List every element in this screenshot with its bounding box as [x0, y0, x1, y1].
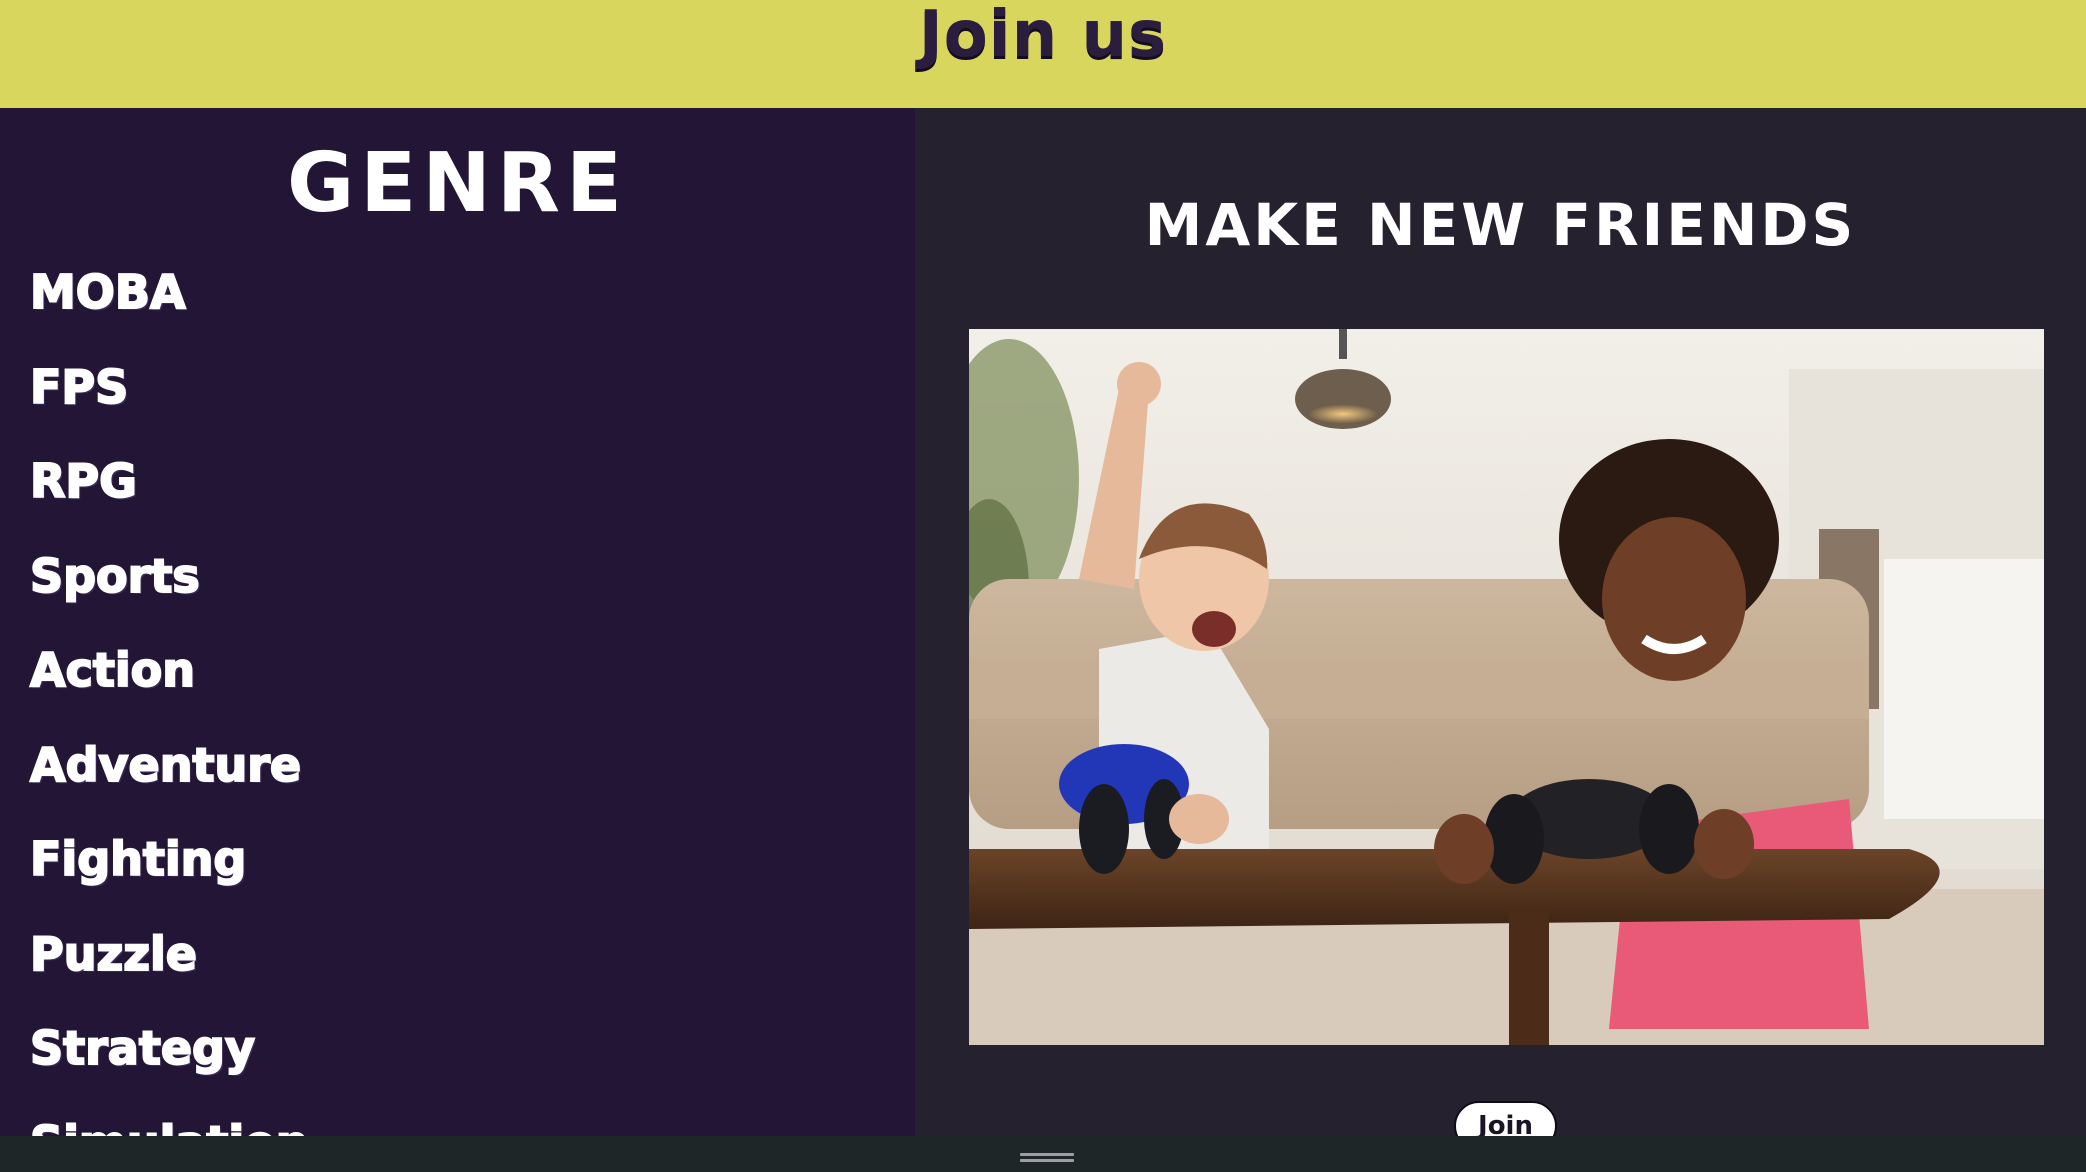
join-button[interactable]: Join: [1454, 1101, 1557, 1136]
genre-link-fighting[interactable]: Fighting: [29, 821, 247, 897]
genre-item-simulation: Simulation: [29, 1105, 309, 1137]
genre-item-rpg: RPG: [29, 443, 309, 538]
genre-sidebar: GENRE MOBA FPS RPG Sports Action Adventu…: [0, 108, 915, 1136]
genre-item-fps: FPS: [29, 349, 309, 444]
genre-list: MOBA FPS RPG Sports Action Adventure Fig…: [29, 254, 310, 1137]
genre-title: GENRE: [286, 136, 629, 231]
genre-link-adventure[interactable]: Adventure: [29, 727, 302, 803]
join-us-title[interactable]: Join us: [919, 0, 1167, 70]
genre-item-strategy: Strategy: [29, 1010, 309, 1105]
drag-handle-icon[interactable]: [1020, 1153, 1074, 1163]
genre-link-fps[interactable]: FPS: [29, 349, 129, 425]
genre-link-sports[interactable]: Sports: [29, 538, 201, 614]
genre-link-rpg[interactable]: RPG: [29, 443, 138, 519]
genre-link-puzzle[interactable]: Puzzle: [29, 916, 198, 992]
genre-link-action[interactable]: Action: [29, 632, 196, 708]
kids-gaming-photo: [969, 329, 2044, 1045]
genre-link-strategy[interactable]: Strategy: [29, 1010, 256, 1086]
bottom-bar: [0, 1136, 2086, 1172]
main-panel: MAKE NEW FRIENDS Join: [915, 108, 2086, 1136]
genre-link-simulation[interactable]: Simulation: [29, 1105, 309, 1137]
genre-item-action: Action: [29, 632, 309, 727]
genre-item-sports: Sports: [29, 538, 309, 633]
genre-link-moba[interactable]: MOBA: [29, 254, 187, 330]
genre-item-puzzle: Puzzle: [29, 916, 309, 1011]
make-new-friends-heading: MAKE NEW FRIENDS: [1144, 191, 1857, 259]
genre-item-adventure: Adventure: [29, 727, 309, 822]
top-banner: Join us: [0, 0, 2086, 108]
genre-item-moba: MOBA: [29, 254, 309, 349]
genre-item-fighting: Fighting: [29, 821, 309, 916]
